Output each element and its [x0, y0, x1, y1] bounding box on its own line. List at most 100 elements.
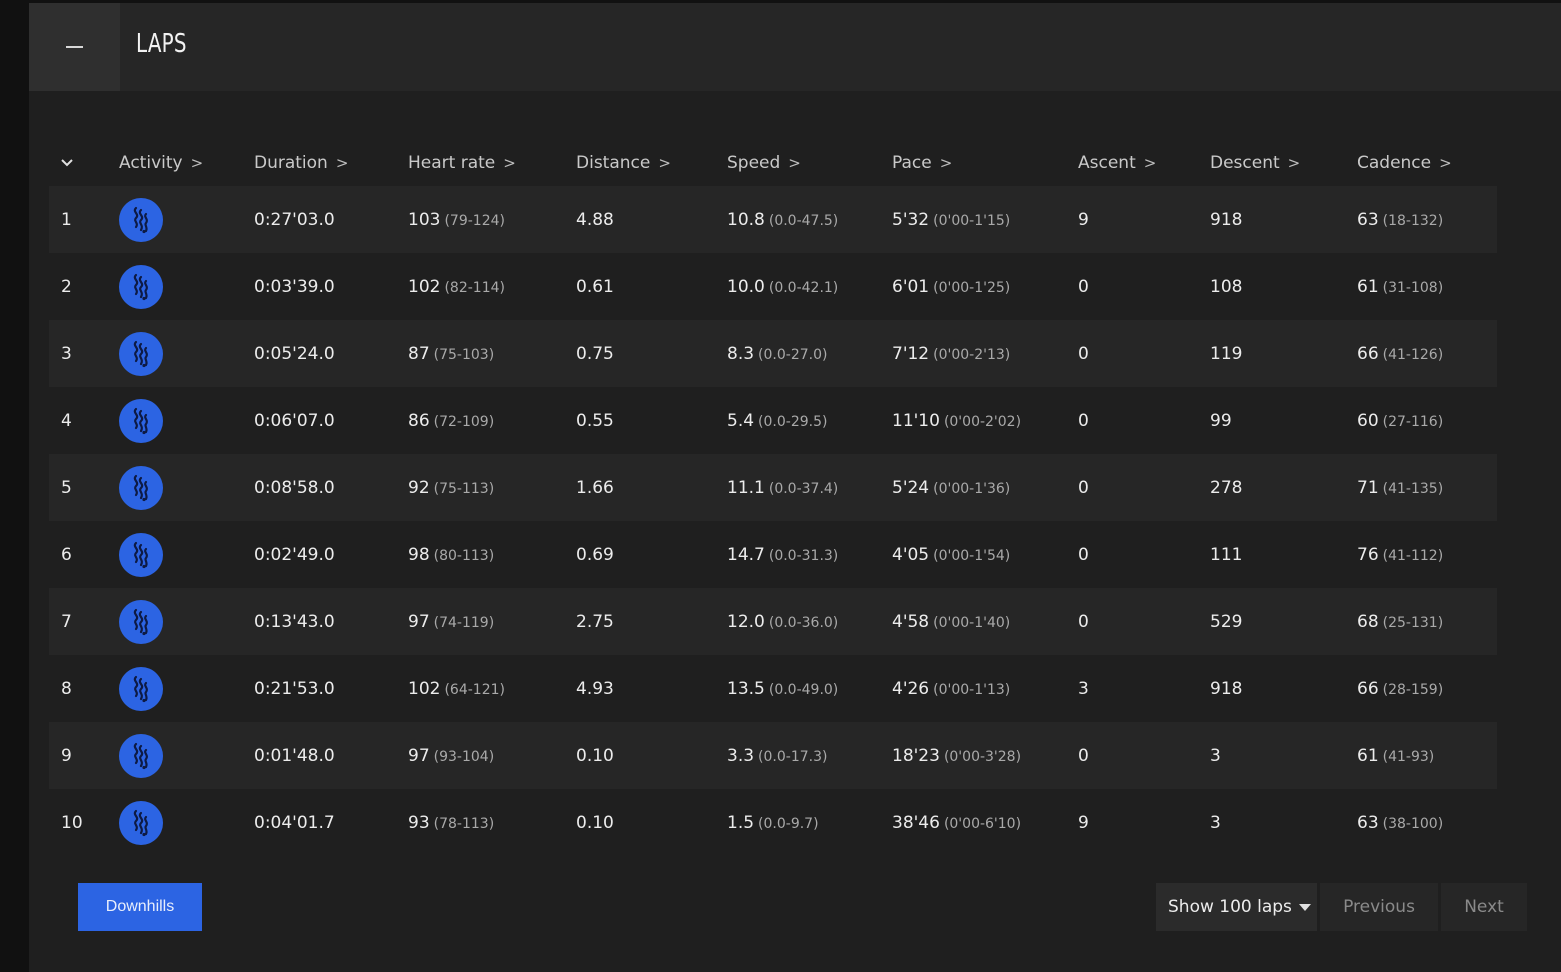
table-row[interactable]: 2 0:03'39.0 102 (82-114) 0.61 10.0 (0.0-42…	[49, 253, 1497, 320]
cadence-cell: 66 (41-126)	[1357, 343, 1444, 364]
pace-cell: 6'01 (0'00-1'25)	[892, 276, 1011, 297]
distance-cell: 0.10	[576, 745, 614, 766]
duration-cell: 0:08'58.0	[254, 477, 335, 498]
activity-cell[interactable]	[119, 186, 254, 253]
skiing-swirl-icon[interactable]	[119, 666, 163, 711]
pace-cell: 18'23 (0'00-3'28)	[892, 745, 1022, 766]
lap-number: 5	[61, 477, 72, 498]
pace-cell: 7'12 (0'00-2'13)	[892, 343, 1011, 364]
activity-cell[interactable]	[119, 454, 254, 521]
chevron-right-icon: >	[1439, 154, 1452, 172]
table-row[interactable]: 8 0:21'53.0 102 (64-121) 4.93 13.5 (0.0-49…	[49, 655, 1497, 722]
duration-cell: 0:06'07.0	[254, 410, 335, 431]
descent-cell: 3	[1210, 812, 1221, 833]
activity-cell[interactable]	[119, 253, 254, 320]
skiing-swirl-icon[interactable]	[119, 800, 163, 845]
chevron-right-icon: >	[1143, 154, 1157, 172]
chevron-right-icon: >	[503, 154, 516, 172]
sort-toggle-header[interactable]	[49, 140, 119, 186]
descent-cell: 918	[1210, 678, 1243, 699]
previous-button[interactable]: Previous	[1320, 883, 1438, 931]
cadence-cell: 61 (41-93)	[1357, 745, 1435, 766]
activity-cell[interactable]	[119, 588, 254, 655]
cadence-cell: 63 (18-132)	[1357, 209, 1444, 230]
skiing-swirl-icon[interactable]	[119, 599, 163, 644]
heart-rate-cell: 102 (64-121)	[408, 678, 505, 699]
pace-cell: 11'10 (0'00-2'02)	[892, 410, 1022, 431]
table-row[interactable]: 6 0:02'49.0 98 (80-113) 0.69 14.7 (0.0-31.…	[49, 521, 1497, 588]
table-row[interactable]: 3 0:05'24.0 87 (75-103) 0.75 8.3 (0.0-27.0…	[49, 320, 1497, 387]
table-row[interactable]: 10 0:04'01.7 93 (78-113) 0.10 1.5 (0.0-9.7…	[49, 789, 1497, 856]
distance-cell: 2.75	[576, 611, 614, 632]
ascent-cell: 0	[1078, 276, 1089, 297]
lap-number: 7	[61, 611, 72, 632]
pace-cell: 4'26 (0'00-1'13)	[892, 678, 1011, 699]
descent-cell: 918	[1210, 209, 1243, 230]
minus-icon	[66, 46, 83, 48]
speed-cell: 1.5 (0.0-9.7)	[727, 812, 819, 833]
column-header-duration[interactable]: Duration >	[254, 140, 408, 186]
activity-cell[interactable]	[119, 722, 254, 789]
duration-cell: 0:27'03.0	[254, 209, 335, 230]
duration-cell: 0:02'49.0	[254, 544, 335, 565]
lap-number: 10	[61, 812, 83, 833]
table-row[interactable]: 9 0:01'48.0 97 (93-104) 0.10 3.3 (0.0-17.3…	[49, 722, 1497, 789]
distance-cell: 4.93	[576, 678, 614, 699]
distance-cell: 0.55	[576, 410, 614, 431]
lap-number: 3	[61, 343, 72, 364]
table-row[interactable]: 4 0:06'07.0 86 (72-109) 0.55 5.4 (0.0-29.5…	[49, 387, 1497, 454]
speed-cell: 5.4 (0.0-29.5)	[727, 410, 828, 431]
ascent-cell: 0	[1078, 611, 1089, 632]
chevron-right-icon: >	[335, 154, 349, 172]
lap-number: 8	[61, 678, 72, 699]
column-header-ascent[interactable]: Ascent >	[1078, 140, 1210, 186]
show-laps-select[interactable]: Show 100 laps	[1156, 883, 1317, 931]
ascent-cell: 0	[1078, 343, 1089, 364]
pace-cell: 4'58 (0'00-1'40)	[892, 611, 1011, 632]
skiing-swirl-icon[interactable]	[119, 264, 163, 309]
downhills-button[interactable]: Downhills	[78, 883, 202, 931]
chevron-right-icon: >	[788, 154, 801, 172]
descent-cell: 108	[1210, 276, 1243, 297]
column-header-activity[interactable]: Activity >	[119, 140, 254, 186]
table-row[interactable]: 5 0:08'58.0 92 (75-113) 1.66 11.1 (0.0-37.…	[49, 454, 1497, 521]
column-header-distance[interactable]: Distance >	[576, 140, 727, 186]
table-row[interactable]: 7 0:13'43.0 97 (74-119) 2.75 12.0 (0.0-36.…	[49, 588, 1497, 655]
column-header-speed[interactable]: Speed >	[727, 140, 892, 186]
distance-cell: 4.88	[576, 209, 614, 230]
column-header-descent[interactable]: Descent >	[1210, 140, 1357, 186]
ascent-cell: 0	[1078, 477, 1089, 498]
table-header-row: Activity > Duration > Heart rate > Distance…	[49, 140, 1497, 186]
activity-cell[interactable]	[119, 320, 254, 387]
activity-cell[interactable]	[119, 387, 254, 454]
next-button[interactable]: Next	[1441, 883, 1527, 931]
duration-cell: 0:05'24.0	[254, 343, 335, 364]
ascent-cell: 9	[1078, 812, 1089, 833]
cadence-cell: 66 (28-159)	[1357, 678, 1444, 699]
collapse-button[interactable]	[29, 3, 120, 91]
activity-cell[interactable]	[119, 789, 254, 856]
skiing-swirl-icon[interactable]	[119, 197, 163, 242]
column-header-cadence[interactable]: Cadence >	[1357, 140, 1497, 186]
skiing-swirl-icon[interactable]	[119, 465, 163, 510]
ascent-cell: 0	[1078, 745, 1089, 766]
skiing-swirl-icon[interactable]	[119, 331, 163, 376]
skiing-swirl-icon[interactable]	[119, 733, 163, 778]
speed-cell: 8.3 (0.0-27.0)	[727, 343, 828, 364]
column-header-heart-rate[interactable]: Heart rate >	[408, 140, 576, 186]
distance-cell: 1.66	[576, 477, 614, 498]
skiing-swirl-icon[interactable]	[119, 532, 163, 577]
activity-cell[interactable]	[119, 655, 254, 722]
column-header-pace[interactable]: Pace >	[892, 140, 1078, 186]
duration-cell: 0:03'39.0	[254, 276, 335, 297]
lap-number: 4	[61, 410, 72, 431]
pace-cell: 5'24 (0'00-1'36)	[892, 477, 1011, 498]
panel-title: LAPS	[136, 29, 187, 59]
pace-cell: 4'05 (0'00-1'54)	[892, 544, 1011, 565]
table-row[interactable]: 1 0:27'03.0 103 (79-124) 4.88 10.8 (0.0-47…	[49, 186, 1497, 253]
chevron-down-icon[interactable]	[49, 153, 74, 173]
heart-rate-cell: 92 (75-113)	[408, 477, 495, 498]
skiing-swirl-icon[interactable]	[119, 398, 163, 443]
activity-cell[interactable]	[119, 521, 254, 588]
ascent-cell: 9	[1078, 209, 1089, 230]
